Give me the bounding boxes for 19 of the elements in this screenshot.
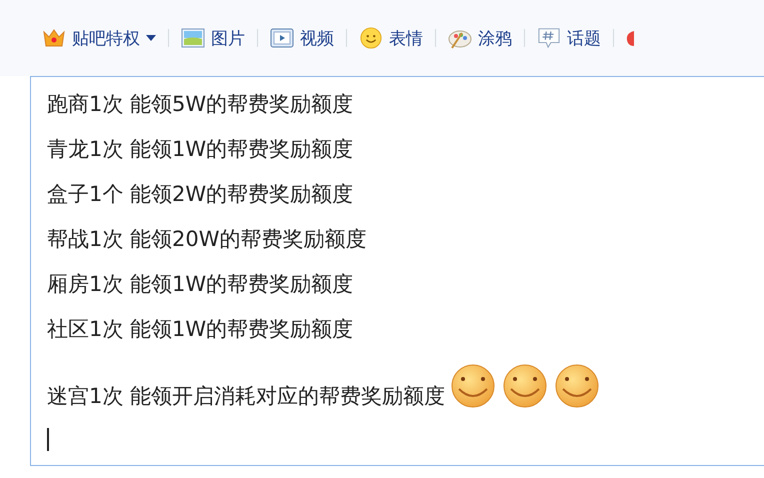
hashtag-icon	[537, 27, 561, 49]
image-icon	[181, 27, 205, 49]
text-line: 厢房1次 能领1W的帮费奖励额度	[47, 271, 354, 297]
toolbar-button[interactable]: 贴吧特权	[30, 23, 168, 53]
text-editor[interactable]: 跑商1次 能领5W的帮费奖励额度 青龙1次 能领1W的帮费奖励额度 盒子1个 能领2W的帮费奖励额度 帮战1次 能领20W的帮费奖励额度 厢房1次 能领1W的帮费奖励额度 社区1次 能领1W的帮费奖励额度 迷宫1次 能领开启消耗对应的帮费奖励额度	[30, 76, 764, 466]
toolbar-button[interactable]: 视频	[258, 23, 346, 53]
toolbar-button[interactable]: 图片	[169, 23, 257, 53]
toolbar-button[interactable]: 表情	[347, 23, 435, 53]
text-line: 跑商1次 能领5W的帮费奖励额度	[47, 91, 354, 117]
smiley-icon	[359, 27, 383, 49]
text-line: 盒子1个 能领2W的帮费奖励额度	[47, 181, 354, 207]
toolbar-button[interactable]: 话题	[525, 23, 613, 53]
text-line: 帮战1次 能领20W的帮费奖励额度	[47, 226, 367, 252]
text-line: 青龙1次 能领1W的帮费奖励额度	[47, 136, 354, 162]
text-line: 社区1次 能领1W的帮费奖励额度	[47, 316, 354, 342]
toolbar-button[interactable]: 涂鸦	[436, 23, 524, 53]
text-line: 迷宫1次 能领开启消耗对应的帮费奖励额度	[47, 383, 446, 409]
video-icon	[270, 27, 294, 49]
crown-icon	[42, 27, 66, 49]
